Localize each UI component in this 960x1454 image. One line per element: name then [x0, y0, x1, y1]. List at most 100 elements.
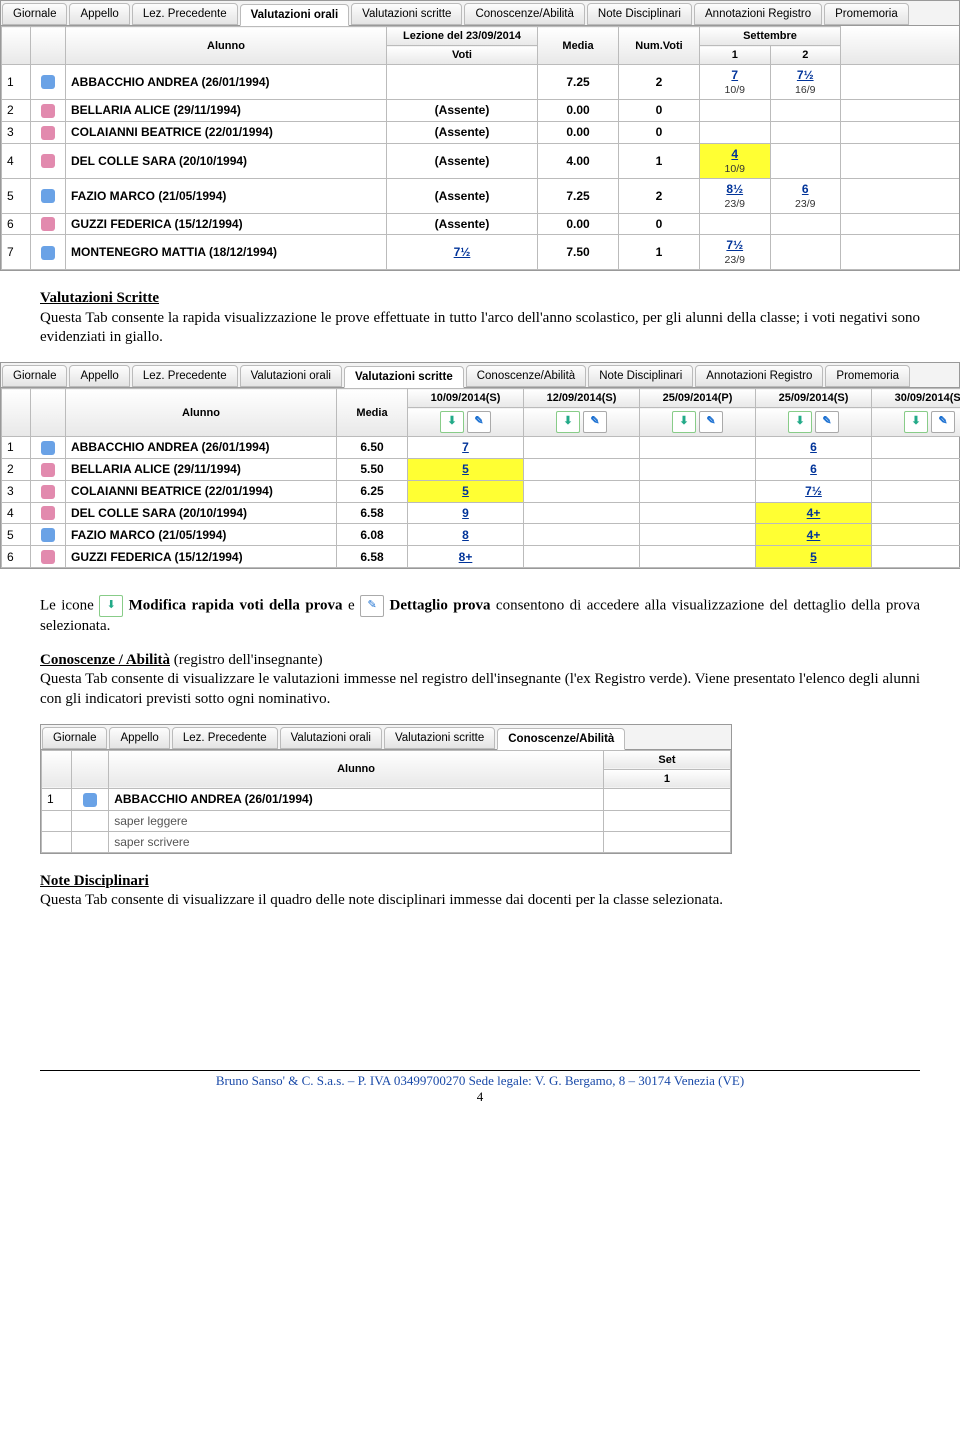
screenshot-skills: GiornaleAppelloLez. PrecedenteValutazion…	[40, 724, 732, 854]
grade-link[interactable]: 8	[462, 528, 469, 542]
download-icon[interactable]: ⬇	[556, 411, 580, 433]
col-alunno: Alunno	[66, 27, 387, 65]
icons-para: Le icone ⬇ Modifica rapida voti della pr…	[40, 595, 920, 636]
table-row: 1ABBACCHIO ANDREA (26/01/1994)6.5076	[2, 437, 960, 459]
table-row: 2BELLARIA ALICE (29/11/1994)(Assente)0.0…	[2, 100, 960, 122]
tab-giornale[interactable]: Giornale	[42, 727, 107, 749]
grade-link[interactable]: 7½	[797, 68, 814, 82]
tab-lez-precedente[interactable]: Lez. Precedente	[132, 365, 238, 387]
tab-appello[interactable]: Appello	[69, 365, 129, 387]
avatar-icon	[41, 154, 55, 168]
col-alunno: Alunno	[109, 750, 604, 788]
col-alunno: Alunno	[66, 389, 337, 437]
col-date: 25/09/2014(S)	[756, 389, 872, 408]
tab-giornale[interactable]: Giornale	[2, 365, 67, 387]
grade-link[interactable]: 4+	[807, 528, 821, 542]
avatar-icon	[41, 189, 55, 203]
edit-icon: ✎	[360, 595, 384, 617]
table-row: 7MONTENEGRO MATTIA (18/12/1994)7½7.5017½…	[2, 235, 960, 270]
section-note-body: Questa Tab consente di visualizzare il q…	[40, 892, 723, 908]
tab-conoscenze-abilit-[interactable]: Conoscenze/Abilità	[464, 3, 584, 25]
edit-icon[interactable]: ✎	[583, 411, 607, 433]
download-icon[interactable]: ⬇	[904, 411, 928, 433]
col-d2: 2	[770, 46, 841, 65]
grade-link[interactable]: 5	[810, 550, 817, 564]
avatar-icon	[41, 528, 55, 542]
edit-icon[interactable]: ✎	[467, 411, 491, 433]
table-row: 1ABBACCHIO ANDREA (26/01/1994)7.252710/9…	[2, 65, 960, 100]
grade-link[interactable]: 5	[462, 462, 469, 476]
avatar-icon	[41, 126, 55, 140]
tab-promemoria[interactable]: Promemoria	[824, 3, 909, 25]
avatar-icon	[41, 246, 55, 260]
grade-link[interactable]: 6	[810, 462, 817, 476]
grade-link[interactable]: 7	[462, 440, 469, 454]
avatar-icon	[41, 75, 55, 89]
page-number: 4	[477, 1089, 484, 1104]
tab-appello[interactable]: Appello	[69, 3, 129, 25]
screenshot-written-grades: GiornaleAppelloLez. PrecedenteValutazion…	[0, 362, 960, 569]
grade-link[interactable]: 7½	[454, 245, 471, 259]
table-row: 6GUZZI FEDERICA (15/12/1994)(Assente)0.0…	[2, 213, 960, 235]
grade-link[interactable]: 6	[810, 440, 817, 454]
tab-valutazioni-scritte[interactable]: Valutazioni scritte	[384, 727, 495, 749]
tab-valutazioni-scritte[interactable]: Valutazioni scritte	[351, 3, 462, 25]
col-lezione: Lezione del 23/09/2014	[387, 27, 538, 46]
table-row: 5FAZIO MARCO (21/05/1994)6.0884+	[2, 524, 960, 546]
download-icon[interactable]: ⬇	[440, 411, 464, 433]
grade-link[interactable]: 5	[462, 484, 469, 498]
avatar-icon	[41, 217, 55, 231]
table-row: 2BELLARIA ALICE (29/11/1994)5.5056	[2, 458, 960, 480]
download-icon[interactable]: ⬇	[672, 411, 696, 433]
col-d1: 1	[603, 769, 730, 788]
col-voti: Voti	[387, 46, 538, 65]
skill-row: saper scrivere	[42, 831, 731, 852]
grade-link[interactable]: 8+	[459, 550, 473, 564]
avatar-icon	[41, 441, 55, 455]
grade-link[interactable]: 6	[802, 182, 809, 196]
grade-link[interactable]: 7	[731, 68, 738, 82]
grade-link[interactable]: 9	[462, 506, 469, 520]
tab-valutazioni-orali[interactable]: Valutazioni orali	[240, 365, 342, 387]
grade-link[interactable]: 4+	[807, 506, 821, 520]
tab-note-disciplinari[interactable]: Note Disciplinari	[588, 365, 693, 387]
grade-link[interactable]: 8½	[726, 182, 743, 196]
tab-conoscenze-abilit-[interactable]: Conoscenze/Abilità	[497, 728, 625, 750]
table-row: 1 ABBACCHIO ANDREA (26/01/1994)	[42, 788, 731, 810]
edit-icon[interactable]: ✎	[699, 411, 723, 433]
tab-lez-precedente[interactable]: Lez. Precedente	[172, 727, 278, 749]
avatar-icon	[83, 793, 97, 807]
tab-valutazioni-orali[interactable]: Valutazioni orali	[280, 727, 382, 749]
avatar-icon	[41, 550, 55, 564]
col-date: 30/09/2014(S)	[872, 389, 960, 408]
col-date: 12/09/2014(S)	[524, 389, 640, 408]
tab-promemoria[interactable]: Promemoria	[825, 365, 910, 387]
tab-valutazioni-orali[interactable]: Valutazioni orali	[240, 4, 350, 26]
grade-link[interactable]: 7½	[726, 238, 743, 252]
footer: Bruno Sanso' & C. S.a.s. – P. IVA 034997…	[40, 1070, 920, 1105]
section-ca-body: Questa Tab consente di visualizzare le v…	[40, 671, 920, 706]
grade-link[interactable]: 4	[731, 147, 738, 161]
tab-giornale[interactable]: Giornale	[2, 3, 67, 25]
col-d1: 1	[700, 46, 771, 65]
section-vs-title: Valutazioni Scritte Questa Tab consente …	[40, 289, 920, 347]
download-icon: ⬇	[99, 595, 123, 617]
tab-lez-precedente[interactable]: Lez. Precedente	[132, 3, 238, 25]
download-icon[interactable]: ⬇	[788, 411, 812, 433]
avatar-icon	[41, 104, 55, 118]
table-row: 5FAZIO MARCO (21/05/1994)(Assente)7.2528…	[2, 178, 960, 213]
col-set: Set	[603, 750, 730, 769]
col-date: 25/09/2014(P)	[640, 389, 756, 408]
tab-valutazioni-scritte[interactable]: Valutazioni scritte	[344, 366, 464, 388]
table-row: 3COLAIANNI BEATRICE (22/01/1994)6.2557½	[2, 480, 960, 502]
grade-link[interactable]: 7½	[805, 484, 822, 498]
col-media: Media	[337, 389, 408, 437]
tab-annotazioni-registro[interactable]: Annotazioni Registro	[694, 3, 822, 25]
tab-annotazioni-registro[interactable]: Annotazioni Registro	[695, 365, 823, 387]
avatar-icon	[41, 506, 55, 520]
edit-icon[interactable]: ✎	[815, 411, 839, 433]
tab-note-disciplinari[interactable]: Note Disciplinari	[587, 3, 692, 25]
tab-conoscenze-abilit-[interactable]: Conoscenze/Abilità	[466, 365, 586, 387]
tab-appello[interactable]: Appello	[109, 727, 169, 749]
edit-icon[interactable]: ✎	[931, 411, 955, 433]
